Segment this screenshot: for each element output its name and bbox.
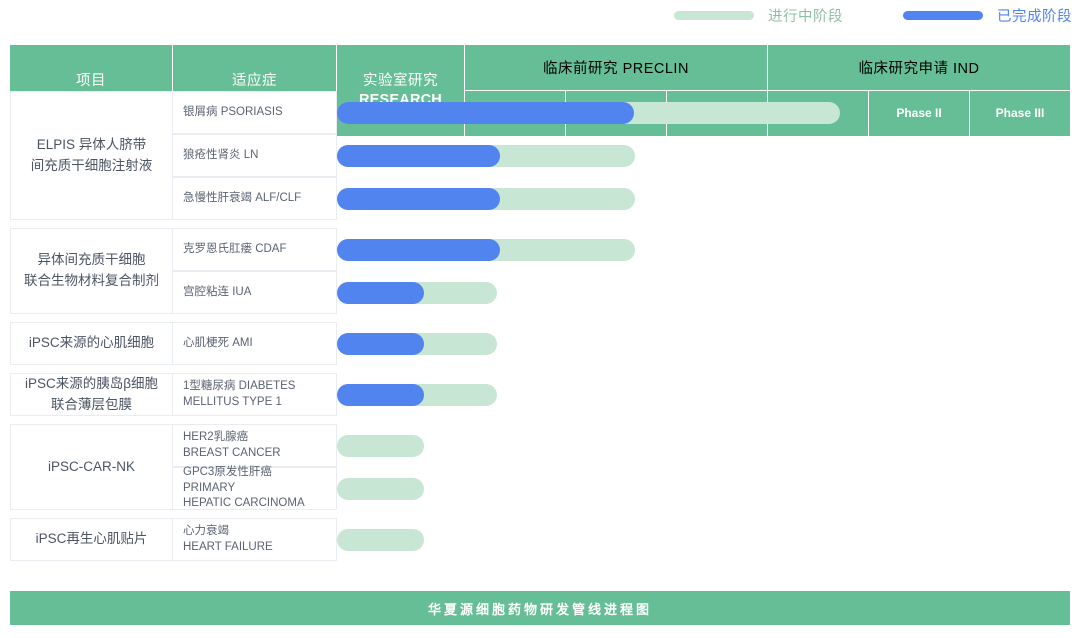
indication-label-line: 克罗恩氏肛瘘 CDAF	[183, 242, 287, 258]
legend-item-completed: 已完成阶段	[903, 5, 1072, 26]
indication-label-line: 急慢性肝衰竭 ALF/CLF	[183, 191, 301, 207]
program-label-line: iPSC-CAR-NK	[48, 457, 135, 478]
program-label-line: ELPIS 异体人脐带	[31, 135, 153, 156]
indication-label: HER2乳腺癌BREAST CANCER	[183, 430, 281, 461]
indication-cell: 银屑病 PSORIASIS	[173, 91, 337, 134]
bar-completed	[337, 333, 424, 355]
indication-label-line: HEPATIC CARCINOMA	[183, 496, 326, 512]
program-label: iPSC再生心肌贴片	[36, 529, 148, 550]
indication-label-line: 银屑病 PSORIASIS	[183, 105, 283, 121]
program-label-line: 间充质干细胞注射液	[31, 156, 153, 177]
footer-banner: 华夏源细胞药物研发管线进程图	[10, 591, 1070, 625]
indication-cell: 宫腔粘连 IUA	[173, 271, 337, 314]
progress-bar-row	[337, 333, 1070, 355]
program-cell: 异体间充质干细胞联合生物材料复合制剂	[10, 228, 173, 314]
indication-cell: GPC3原发性肝癌 PRIMARYHEPATIC CARCINOMA	[173, 467, 337, 510]
indication-label-line: HEART FAILURE	[183, 540, 273, 556]
indication-label: 克罗恩氏肛瘘 CDAF	[183, 242, 287, 258]
table-header-row-1: 项目 PROGRAM 适应症 INDICATION(S) 实验室研究 RESEA…	[10, 45, 1070, 91]
indication-cell: HER2乳腺癌BREAST CANCER	[173, 424, 337, 467]
pipeline-chart: 进行中阶段 已完成阶段 项目 PROGRAM 适应症 INDICATION(S)…	[0, 0, 1080, 638]
program-label: iPSC-CAR-NK	[48, 457, 135, 478]
indication-cell: 1型糖尿病 DIABETESMELLITUS TYPE 1	[173, 373, 337, 416]
indication-label-line: 心力衰竭	[183, 524, 273, 540]
header-preclin-label: 临床前研究 PRECLIN	[465, 45, 768, 91]
indication-label: 心肌梗死 AMI	[183, 336, 253, 352]
program-label-line: iPSC来源的胰岛β细胞	[25, 374, 158, 395]
progress-bar-row	[337, 282, 1070, 304]
indication-label-line: 心肌梗死 AMI	[183, 336, 253, 352]
indication-label-line: 1型糖尿病 DIABETES	[183, 379, 295, 395]
program-label-line: 联合生物材料复合制剂	[24, 271, 159, 292]
bar-completed	[337, 282, 424, 304]
footer-title: 华夏源细胞药物研发管线进程图	[428, 599, 652, 618]
bar-completed	[337, 102, 634, 124]
chart-legend: 进行中阶段 已完成阶段	[0, 0, 1080, 30]
header-program-cn: 项目	[76, 72, 106, 90]
bar-completed	[337, 384, 424, 406]
progress-bar-row	[337, 478, 1070, 500]
program-label-line: iPSC来源的心肌细胞	[29, 333, 154, 354]
program-cell: iPSC来源的胰岛β细胞联合薄层包膜	[10, 373, 173, 416]
progress-bar-row	[337, 384, 1070, 406]
progress-bar-row	[337, 102, 1070, 124]
legend-label-in-progress: 进行中阶段	[768, 5, 843, 26]
indication-label-line: BREAST CANCER	[183, 446, 281, 462]
indication-label-line: MELLITUS TYPE 1	[183, 395, 295, 411]
program-label-line: iPSC再生心肌贴片	[36, 529, 148, 550]
header-ind-label: 临床研究申请 IND	[768, 45, 1070, 91]
progress-bar-row	[337, 529, 1070, 551]
bar-in-progress	[337, 529, 424, 551]
indication-label: 心力衰竭HEART FAILURE	[183, 524, 273, 555]
program-cell: ELPIS 异体人脐带间充质干细胞注射液	[10, 91, 173, 220]
indication-label: GPC3原发性肝癌 PRIMARYHEPATIC CARCINOMA	[183, 465, 326, 512]
legend-swatch-completed	[903, 11, 983, 20]
indication-cell: 心力衰竭HEART FAILURE	[173, 518, 337, 561]
indication-label: 1型糖尿病 DIABETESMELLITUS TYPE 1	[183, 379, 295, 410]
header-research-cn: 实验室研究	[363, 72, 438, 90]
pipeline-body: ELPIS 异体人脐带间充质干细胞注射液 银屑病 PSORIASIS 狼疮性肾炎 L…	[10, 91, 1070, 534]
indication-label-line: HER2乳腺癌	[183, 430, 281, 446]
indication-label: 银屑病 PSORIASIS	[183, 105, 283, 121]
program-cell: iPSC-CAR-NK	[10, 424, 173, 510]
program-cell: iPSC来源的心肌细胞	[10, 322, 173, 365]
bar-completed	[337, 239, 500, 261]
program-label-line: 联合薄层包膜	[25, 395, 158, 416]
indication-label-line: 宫腔粘连 IUA	[183, 285, 251, 301]
indication-label: 狼疮性肾炎 LN	[183, 148, 258, 164]
indication-cell: 急慢性肝衰竭 ALF/CLF	[173, 177, 337, 220]
indication-cell: 狼疮性肾炎 LN	[173, 134, 337, 177]
indication-label-line: 狼疮性肾炎 LN	[183, 148, 258, 164]
program-label: iPSC来源的胰岛β细胞联合薄层包膜	[25, 374, 158, 416]
program-label-line: 异体间充质干细胞	[24, 250, 159, 271]
legend-label-completed: 已完成阶段	[997, 5, 1072, 26]
legend-item-in-progress: 进行中阶段	[674, 5, 843, 26]
program-label: ELPIS 异体人脐带间充质干细胞注射液	[31, 135, 153, 177]
progress-bar-row	[337, 145, 1070, 167]
header-indication-cn: 适应症	[232, 72, 277, 90]
bar-completed	[337, 188, 500, 210]
indication-label-line: GPC3原发性肝癌 PRIMARY	[183, 465, 326, 496]
bar-in-progress	[337, 478, 424, 500]
indication-cell: 克罗恩氏肛瘘 CDAF	[173, 228, 337, 271]
indication-label: 急慢性肝衰竭 ALF/CLF	[183, 191, 301, 207]
pipeline-table: 项目 PROGRAM 适应症 INDICATION(S) 实验室研究 RESEA…	[10, 45, 1070, 625]
program-label: 异体间充质干细胞联合生物材料复合制剂	[24, 250, 159, 292]
program-label: iPSC来源的心肌细胞	[29, 333, 154, 354]
indication-cell: 心肌梗死 AMI	[173, 322, 337, 365]
progress-bar-row	[337, 239, 1070, 261]
program-cell: iPSC再生心肌贴片	[10, 518, 173, 561]
bar-in-progress	[337, 435, 424, 457]
legend-swatch-in-progress	[674, 11, 754, 20]
bar-completed	[337, 145, 500, 167]
indication-label: 宫腔粘连 IUA	[183, 285, 251, 301]
progress-bar-row	[337, 435, 1070, 457]
progress-bar-row	[337, 188, 1070, 210]
